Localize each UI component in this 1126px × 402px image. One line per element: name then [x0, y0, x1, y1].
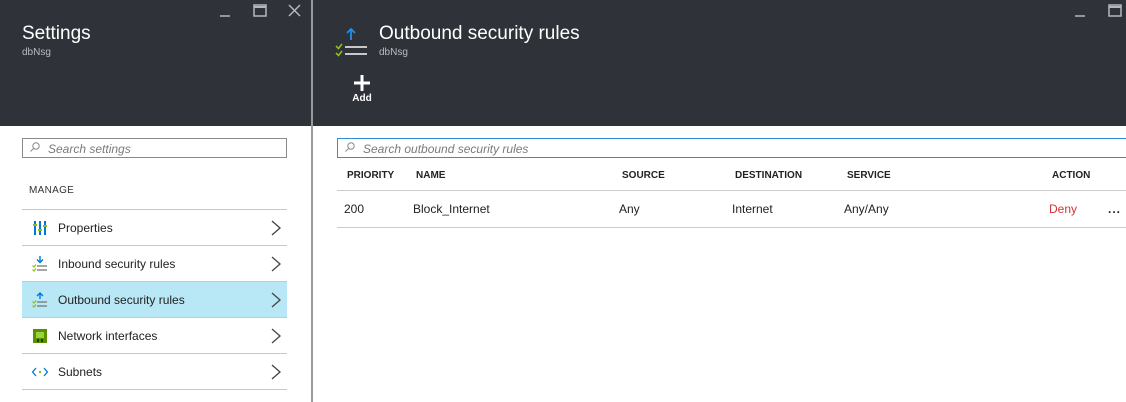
- chevron-right-icon: [271, 256, 281, 272]
- menu-item-label: Subnets: [58, 365, 103, 379]
- menu-item-label: Outbound security rules: [58, 293, 185, 307]
- minimize-icon[interactable]: [1074, 4, 1086, 21]
- minimize-icon[interactable]: [219, 4, 231, 21]
- settings-blade-header: Settings dbNsg: [0, 0, 311, 126]
- outbound-blade-header: Outbound security rules dbNsg Add: [313, 0, 1126, 126]
- search-outbound-rules-input[interactable]: Search outbound security rules: [337, 138, 1126, 158]
- column-header-action[interactable]: ACTION: [1042, 170, 1101, 191]
- settings-blade: Settings dbNsg Search settings MANAGE Pr…: [0, 0, 311, 402]
- column-header-service[interactable]: SERVICE: [837, 170, 1042, 191]
- search-placeholder: Search settings: [48, 142, 131, 156]
- outbound-rules-icon: [335, 27, 367, 57]
- menu-item-inbound-security-rules[interactable]: Inbound security rules: [22, 246, 287, 282]
- chevron-right-icon: [271, 292, 281, 308]
- cell-priority: 200: [337, 190, 406, 228]
- cell-destination: Internet: [725, 190, 837, 228]
- blade-subtitle: dbNsg: [22, 47, 51, 58]
- column-header-more: [1101, 170, 1126, 191]
- table-row[interactable]: 200 Block_Internet Any Internet Any/Any …: [337, 190, 1126, 228]
- search-icon: [345, 142, 355, 152]
- column-header-source[interactable]: SOURCE: [612, 170, 725, 191]
- search-placeholder: Search outbound security rules: [363, 142, 529, 156]
- properties-icon: [33, 221, 47, 235]
- network-interface-icon: [33, 329, 47, 343]
- blade-title: Settings: [22, 23, 91, 44]
- menu-item-network-interfaces[interactable]: Network interfaces: [22, 318, 287, 354]
- menu-item-properties[interactable]: Properties: [22, 210, 287, 246]
- chevron-right-icon: [271, 328, 281, 344]
- cell-name: Block_Internet: [406, 190, 612, 228]
- more-options-button[interactable]: ...: [1101, 190, 1126, 228]
- menu-item-label: Network interfaces: [58, 329, 158, 343]
- menu-item-label: Properties: [58, 221, 113, 235]
- outbound-rules-blade: Outbound security rules dbNsg Add Search…: [313, 0, 1126, 402]
- manage-section-label: MANAGE: [29, 185, 75, 196]
- add-button[interactable]: Add: [351, 75, 373, 104]
- search-icon: [30, 142, 40, 152]
- blade-title: Outbound security rules: [379, 23, 580, 44]
- outbound-rules-table: PRIORITY NAME SOURCE DESTINATION SERVICE…: [337, 170, 1126, 228]
- menu-item-subnets[interactable]: Subnets: [22, 354, 287, 390]
- cell-source: Any: [612, 190, 725, 228]
- chevron-right-icon: [271, 220, 281, 236]
- column-header-destination[interactable]: DESTINATION: [725, 170, 837, 191]
- plus-icon: [354, 75, 370, 91]
- settings-menu: Properties Inbound security rules Outbou…: [22, 209, 287, 390]
- menu-item-outbound-security-rules[interactable]: Outbound security rules: [22, 282, 287, 318]
- window-controls: [219, 4, 309, 20]
- window-controls: [1074, 4, 1126, 20]
- blade-subtitle: dbNsg: [379, 47, 408, 58]
- subnet-icon: [32, 367, 48, 377]
- menu-item-label: Inbound security rules: [58, 257, 176, 271]
- maximize-icon[interactable]: [253, 4, 267, 21]
- column-header-priority[interactable]: PRIORITY: [337, 170, 406, 191]
- chevron-right-icon: [271, 364, 281, 380]
- outbound-rules-icon: [32, 292, 47, 308]
- cell-action: Deny: [1042, 190, 1101, 228]
- column-header-name[interactable]: NAME: [406, 170, 612, 191]
- table-header-row: PRIORITY NAME SOURCE DESTINATION SERVICE…: [337, 170, 1126, 191]
- inbound-rules-icon: [32, 256, 47, 272]
- cell-service: Any/Any: [837, 190, 1042, 228]
- search-settings-input[interactable]: Search settings: [22, 138, 287, 158]
- close-icon[interactable]: [288, 4, 301, 20]
- maximize-icon[interactable]: [1108, 4, 1122, 21]
- add-button-label: Add: [352, 93, 372, 104]
